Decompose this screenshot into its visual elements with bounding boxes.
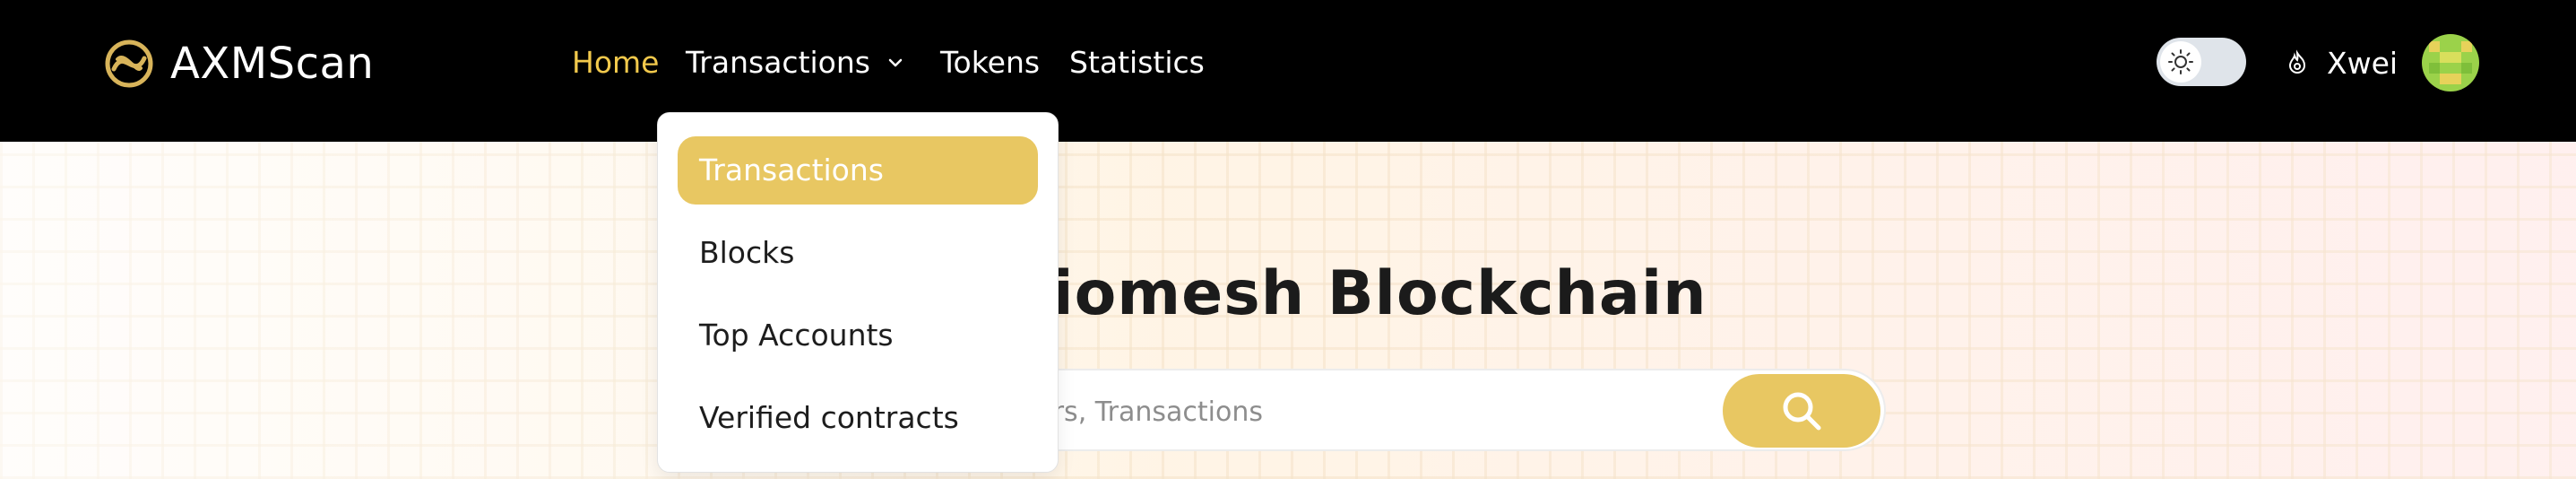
nav-statistics[interactable]: Statistics bbox=[1069, 39, 1205, 86]
dropdown-item-transactions[interactable]: Transactions bbox=[678, 136, 1038, 205]
dropdown-item-top-accounts[interactable]: Top Accounts bbox=[678, 301, 1038, 370]
nav-home[interactable]: Home bbox=[572, 39, 659, 86]
brand-name: AXMScan bbox=[170, 39, 375, 89]
nav-transactions[interactable]: Transactions bbox=[686, 39, 904, 86]
hero-section: re Axiomesh Blockchain bbox=[0, 142, 2576, 479]
username: Xwei bbox=[2327, 45, 2399, 81]
search-icon bbox=[1783, 392, 1821, 431]
hero-title: re Axiomesh Blockchain bbox=[869, 258, 1707, 329]
chevron-down-icon bbox=[888, 58, 903, 67]
top-navigation-bar: AXMScan Home Transactions Tokens Statist… bbox=[0, 0, 2576, 142]
transactions-dropdown-menu: Transactions Blocks Top Accounts Verifie… bbox=[657, 112, 1059, 473]
brand-logo[interactable]: AXMScan bbox=[102, 36, 374, 91]
avatar-identicon bbox=[2422, 34, 2479, 91]
search-bar bbox=[954, 369, 1886, 451]
dropdown-item-blocks[interactable]: Blocks bbox=[678, 219, 1038, 287]
theme-toggle[interactable] bbox=[2157, 38, 2246, 86]
fire-icon bbox=[2288, 49, 2306, 74]
nav-transactions-label: Transactions bbox=[686, 45, 870, 80]
user-menu[interactable]: Xwei bbox=[2284, 39, 2398, 86]
search-input[interactable] bbox=[991, 390, 1676, 433]
avatar[interactable] bbox=[2422, 34, 2479, 91]
nav-tokens[interactable]: Tokens bbox=[940, 39, 1040, 86]
dropdown-item-verified-contracts[interactable]: Verified contracts bbox=[678, 384, 1038, 452]
toggle-knob bbox=[2160, 41, 2201, 83]
search-button[interactable] bbox=[1723, 374, 1880, 448]
axm-logo-icon bbox=[105, 39, 153, 88]
sun-icon bbox=[2168, 49, 2193, 74]
